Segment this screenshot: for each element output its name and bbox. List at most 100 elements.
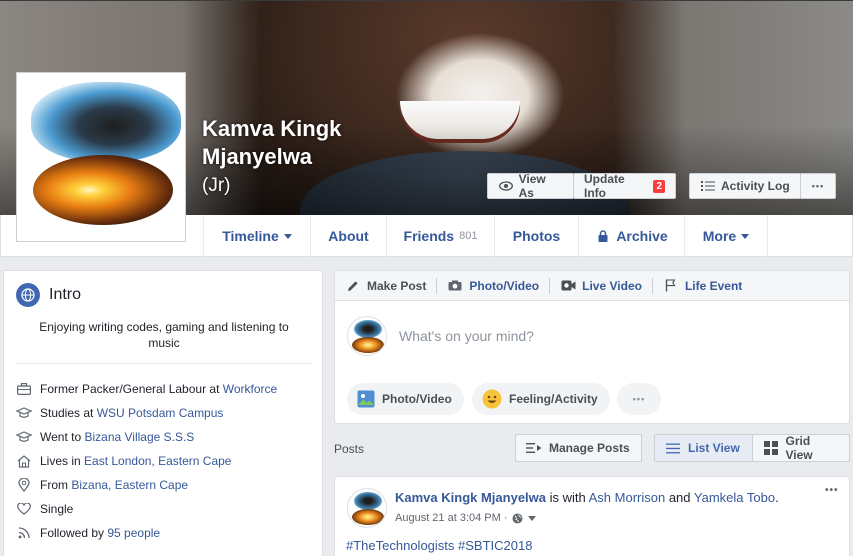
intro-item-text: Single: [40, 502, 74, 516]
pencil-icon: [345, 278, 361, 294]
manage-posts-button[interactable]: Manage Posts: [515, 434, 642, 462]
composer-tabs: Make Post Photo/Video Live Video Life Ev…: [335, 271, 849, 301]
eye-icon: [498, 178, 514, 194]
rss-icon: [16, 525, 32, 541]
composer-tab-life-event-label: Life Event: [684, 278, 743, 293]
composer-feeling-button[interactable]: Feeling/Activity: [472, 383, 610, 415]
post-and-text: and: [665, 490, 694, 505]
manage-posts-label: Manage Posts: [549, 441, 630, 455]
composer-tab-live-video-label: Live Video: [582, 278, 642, 293]
tab-more[interactable]: More: [684, 215, 768, 257]
profile-picture[interactable]: [16, 72, 186, 242]
flag-icon: [663, 278, 679, 294]
more-dots-icon: •••: [811, 181, 825, 191]
update-info-button[interactable]: Update Info 2: [573, 172, 676, 200]
avatar-splash: [354, 320, 382, 338]
post-card: Kamva Kingk Mjanyelwa is with Ash Morris…: [334, 476, 850, 556]
intro-item-studies: Studies at WSU Potsdam Campus: [16, 401, 316, 425]
intro-item-text: Lives in: [40, 454, 85, 468]
intro-item-link[interactable]: Bizana Village S.S.S: [84, 430, 194, 444]
tab-timeline[interactable]: Timeline: [203, 215, 310, 257]
post-author-name[interactable]: Kamva Kingk Mjanyelwa: [395, 490, 546, 505]
tab-timeline-label: Timeline: [222, 228, 279, 244]
audience-globe-icon[interactable]: [512, 512, 524, 524]
caret-down-icon[interactable]: [527, 515, 536, 521]
post-with-text: is with: [546, 490, 589, 505]
profile-picture-image: [21, 77, 181, 237]
composer-tab-photo-video[interactable]: Photo/Video: [437, 271, 549, 301]
tab-archive-label: Archive: [616, 228, 668, 244]
post-composer: Make Post Photo/Video Live Video Life Ev…: [334, 270, 850, 424]
posts-heading: Posts: [334, 442, 365, 456]
composer-more-button[interactable]: •••: [617, 383, 661, 415]
activity-log-label: Activity Log: [721, 179, 790, 193]
list-view-label: List View: [688, 441, 740, 455]
intro-item-relationship: Single: [16, 497, 316, 521]
heart-icon: [16, 501, 32, 517]
intro-item-link[interactable]: WSU Potsdam Campus: [97, 406, 224, 420]
lock-icon: [595, 228, 611, 244]
composer-photo-video-button[interactable]: Photo/Video: [347, 383, 464, 415]
profile-name[interactable]: Kamva Kingk Mjanyelwa: [202, 115, 402, 171]
grid-view-button[interactable]: Grid View: [752, 434, 850, 462]
avatar-sunset: [352, 337, 384, 353]
composer-avatar: [347, 316, 387, 356]
caret-down-icon: [741, 233, 750, 239]
composer-tab-make-post-label: Make Post: [367, 278, 427, 293]
photo-icon: [357, 390, 375, 408]
tab-about[interactable]: About: [310, 215, 386, 257]
graduation-cap-icon: [16, 429, 32, 445]
post-author-avatar[interactable]: [347, 488, 387, 528]
tab-friends-label: Friends: [403, 228, 455, 244]
grid-view-label: Grid View: [785, 434, 813, 462]
intro-item-link[interactable]: East London, Eastern Cape: [84, 454, 231, 468]
video-camera-icon: [560, 278, 576, 294]
profile-alternate-name: (Jr): [202, 175, 231, 196]
intro-item-link[interactable]: Bizana, Eastern Cape: [71, 478, 188, 492]
post-options-button[interactable]: •••: [825, 485, 839, 496]
composer-tab-life-event[interactable]: Life Event: [653, 271, 752, 301]
profile-picture-sunset: [33, 155, 173, 225]
briefcase-icon: [16, 381, 32, 397]
view-as-label: View As: [518, 172, 546, 200]
intro-info-list: Former Packer/General Labour at Workforc…: [16, 377, 316, 545]
tab-more-label: More: [702, 228, 737, 244]
map-pin-icon: [16, 477, 32, 493]
intro-item-from: From Bizana, Eastern Cape: [16, 473, 316, 497]
cover-more-button[interactable]: •••: [800, 173, 836, 199]
smiley-icon: [482, 389, 502, 409]
list-icon: [700, 178, 716, 194]
intro-item-link[interactable]: Workforce: [223, 382, 277, 396]
home-icon: [16, 453, 32, 469]
globe-icon: [16, 283, 40, 307]
camera-icon: [447, 278, 463, 294]
manage-icon: [526, 440, 542, 456]
composer-tab-make-post[interactable]: Make Post: [335, 271, 436, 301]
composer-tab-live-video[interactable]: Live Video: [550, 271, 652, 301]
composer-input[interactable]: What's on your mind?: [399, 328, 534, 344]
post-tagged-friend[interactable]: Yamkela Tobo: [694, 490, 775, 505]
composer-photo-video-label: Photo/Video: [382, 392, 452, 406]
view-as-button[interactable]: View As: [487, 172, 574, 200]
intro-divider: [16, 363, 312, 364]
intro-item-link[interactable]: 95 people: [107, 526, 160, 540]
avatar-sunset: [352, 509, 384, 525]
post-header: Kamva Kingk Mjanyelwa is with Ash Morris…: [395, 490, 779, 505]
tab-photos-label: Photos: [512, 228, 561, 244]
graduation-cap-icon: [16, 405, 32, 421]
post-timestamp[interactable]: August 21 at 3:04 PM ·: [395, 512, 508, 524]
caret-down-icon: [283, 233, 292, 239]
intro-card: Intro Enjoying writing codes, gaming and…: [3, 270, 323, 556]
tab-photos[interactable]: Photos: [494, 215, 578, 257]
more-dots-icon: •••: [632, 394, 646, 404]
intro-item-followers: Followed by 95 people: [16, 521, 316, 545]
post-tagged-friend[interactable]: Ash Morrison: [589, 490, 666, 505]
tab-friends[interactable]: Friends 801: [386, 215, 494, 257]
activity-log-button[interactable]: Activity Log: [689, 173, 801, 199]
tab-about-label: About: [328, 228, 369, 244]
list-view-button[interactable]: List View: [654, 434, 753, 462]
tab-archive[interactable]: Archive: [578, 215, 684, 257]
list-view-icon: [665, 440, 681, 456]
intro-item-text: Former Packer/General Labour at: [40, 382, 223, 396]
intro-item-text: Followed by: [40, 526, 108, 540]
